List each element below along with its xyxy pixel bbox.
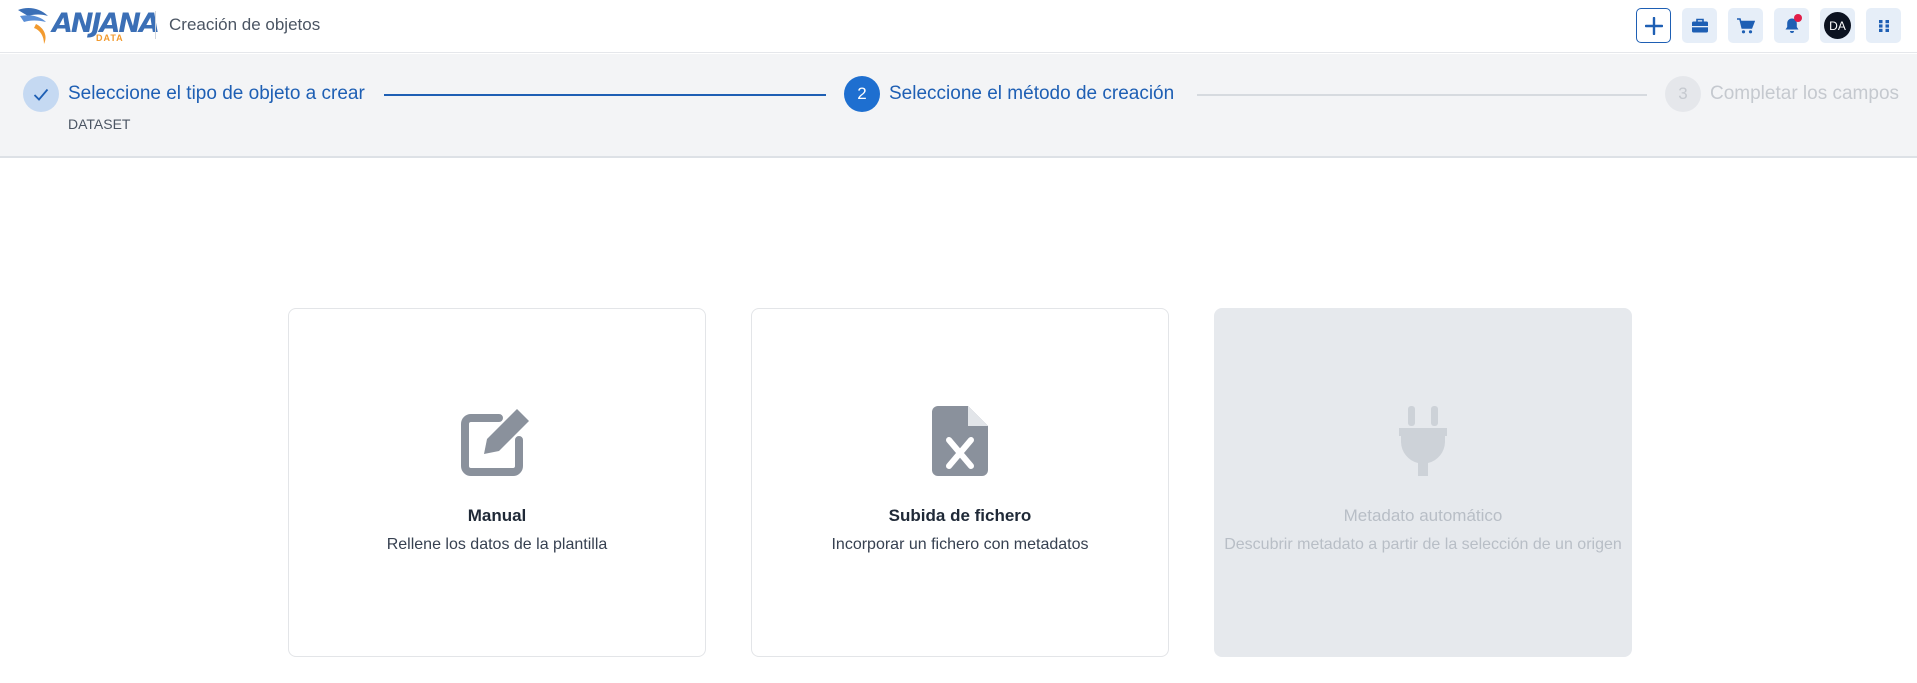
avatar: DA xyxy=(1824,12,1851,39)
step-1-label[interactable]: Seleccione el tipo de objeto a crear xyxy=(68,83,365,105)
apps-menu-button[interactable] xyxy=(1866,8,1901,43)
header-divider xyxy=(155,11,156,39)
step-1-selection: DATASET xyxy=(68,116,131,132)
step-2-indicator: 2 xyxy=(844,76,880,112)
card-title: Manual xyxy=(467,506,527,525)
top-bar: ANJANA DATA Creación de objetos DA xyxy=(0,0,1917,53)
cart-button[interactable] xyxy=(1728,8,1763,43)
briefcase-icon xyxy=(1691,18,1708,33)
add-button[interactable] xyxy=(1636,8,1671,43)
step-1-indicator[interactable] xyxy=(23,76,59,112)
card-title: Metadato automático xyxy=(1343,506,1503,525)
cart-icon xyxy=(1736,17,1755,33)
check-icon xyxy=(33,88,49,101)
step-connector-2 xyxy=(1197,94,1647,96)
step-3-indicator: 3 xyxy=(1665,76,1701,112)
creation-stepper: Seleccione el tipo de objeto a crear DAT… xyxy=(0,54,1917,158)
logo[interactable]: ANJANA DATA xyxy=(14,2,160,46)
step-connector-1 xyxy=(384,94,826,96)
step-3-label: Completar los campos xyxy=(1710,83,1900,104)
briefcase-button[interactable] xyxy=(1682,8,1717,43)
plus-icon xyxy=(1644,16,1663,35)
notification-badge xyxy=(1794,14,1802,22)
header-actions: DA xyxy=(1636,8,1901,43)
notifications-button[interactable] xyxy=(1774,8,1809,43)
page-title: Creación de objetos xyxy=(169,15,321,34)
logo-subtext: DATA xyxy=(96,33,124,43)
step-2-label: Seleccione el método de creación xyxy=(889,83,1175,104)
file-upload-method-card[interactable]: Subida de fichero Incorporar un fichero … xyxy=(751,308,1169,657)
grid-icon xyxy=(1878,19,1889,32)
edit-icon xyxy=(461,409,529,476)
automatic-metadata-method-card: Metadato automático Descubrir metadato a… xyxy=(1214,308,1632,657)
user-avatar-button[interactable]: DA xyxy=(1820,8,1855,43)
manual-method-card[interactable]: Manual Rellene los datos de la plantilla xyxy=(288,308,706,657)
card-description: Incorporar un fichero con metadatos xyxy=(831,536,1089,553)
card-title: Subida de fichero xyxy=(888,506,1032,525)
card-description: Rellene los datos de la plantilla xyxy=(386,536,608,553)
plug-icon xyxy=(1399,406,1447,476)
file-excel-icon xyxy=(932,406,988,476)
card-description: Descubrir metadato a partir de la selecc… xyxy=(1224,536,1622,553)
